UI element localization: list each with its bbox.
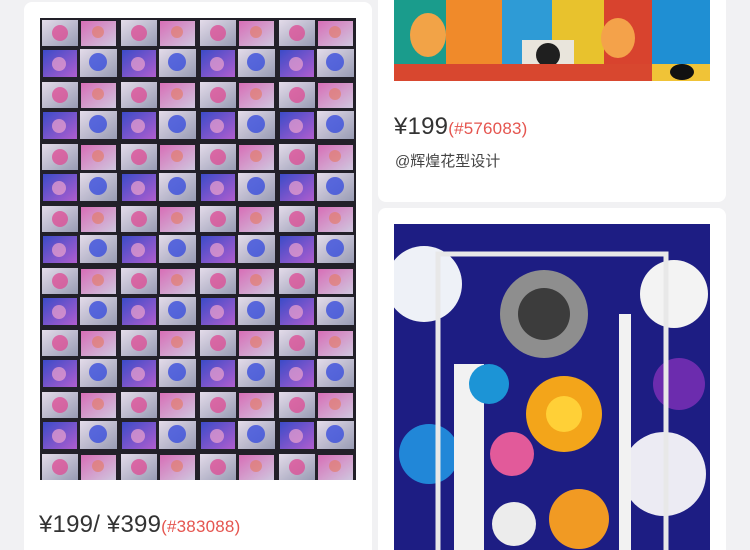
product-price: ¥199/ ¥399(#383088) [39,511,240,539]
product-card[interactable]: ¥199/ ¥399(#383088) [24,2,372,550]
price-text: ¥199/ ¥399 [39,511,162,538]
author-name[interactable]: @辉煌花型设计 [395,150,500,171]
tropical-pattern-image [394,224,710,550]
product-image[interactable] [394,0,710,81]
cats-pattern-image [394,0,710,81]
product-code: (#383088) [161,517,241,536]
price-text: ¥199 [394,113,449,140]
product-image[interactable] [40,18,356,480]
floral-pattern-image [40,18,356,480]
product-feed: ¥199/ ¥399(#383088) ¥199(#576083) @辉煌花型设… [0,0,750,550]
product-image[interactable] [394,224,710,550]
product-price: ¥199(#576083) [394,113,528,141]
product-code: (#576083) [448,119,528,138]
product-card[interactable] [378,208,726,550]
product-card[interactable]: ¥199(#576083) @辉煌花型设计 [378,0,726,202]
